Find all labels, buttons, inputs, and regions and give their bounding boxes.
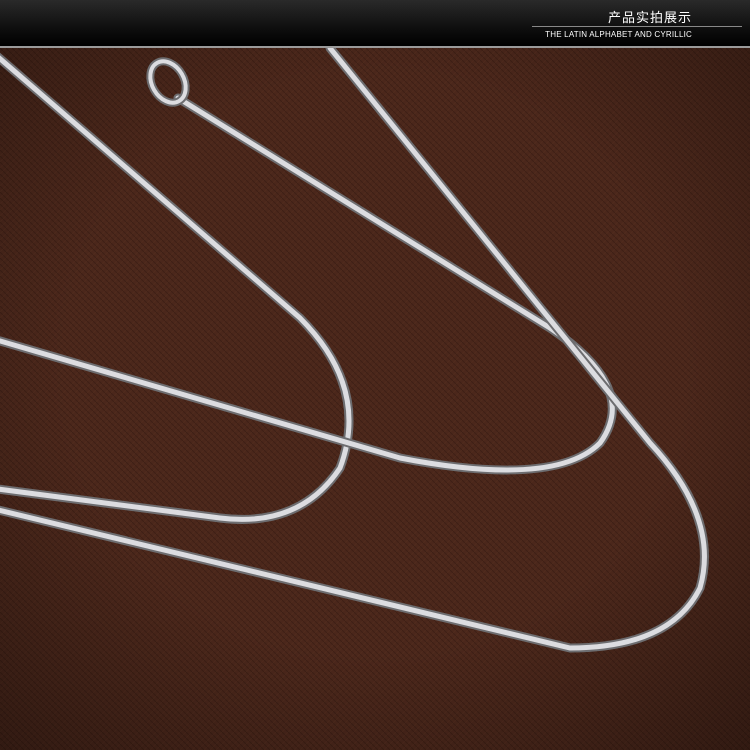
header-title-zh: 产品实拍展示 <box>607 11 692 26</box>
header-title-en: THE LATIN ALPHABET AND CYRILLIC <box>545 30 692 39</box>
header-bar: 产品实拍展示 THE LATIN ALPHABET AND CYRILLIC <box>0 0 750 48</box>
product-photo <box>0 48 750 750</box>
header-divider <box>532 26 742 27</box>
